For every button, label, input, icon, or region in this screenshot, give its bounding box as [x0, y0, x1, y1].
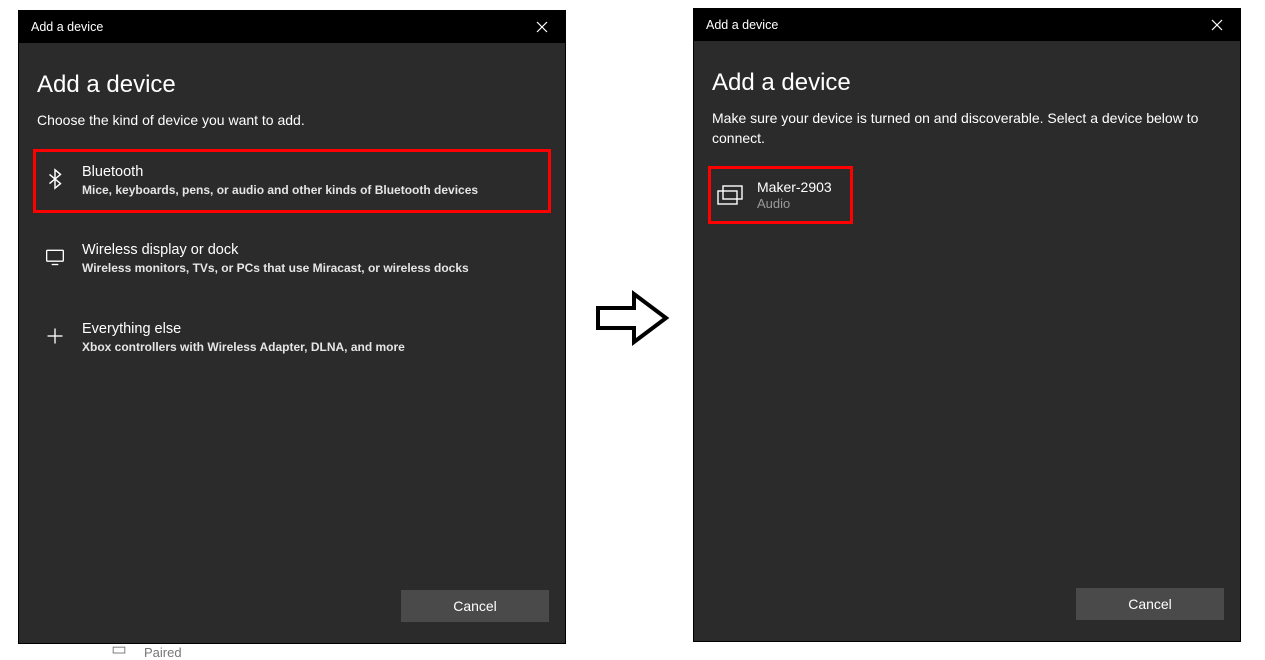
- device-text: Maker-2903 Audio: [757, 179, 832, 211]
- dialog-content: Add a device Choose the kind of device y…: [19, 43, 565, 579]
- device-icon: [717, 184, 743, 206]
- add-device-dialog-step1: Add a device Add a device Choose the kin…: [18, 10, 566, 644]
- dialog-content: Add a device Make sure your device is tu…: [694, 41, 1240, 577]
- option-bluetooth[interactable]: Bluetooth Mice, keyboards, pens, or audi…: [33, 149, 551, 214]
- page-instruction: Choose the kind of device you want to ad…: [37, 111, 547, 131]
- dialog-footer: Cancel: [694, 577, 1240, 641]
- close-icon: [1211, 19, 1223, 31]
- option-desc: Wireless monitors, TVs, or PCs that use …: [82, 261, 538, 277]
- option-title: Everything else: [82, 321, 538, 337]
- option-wireless-display[interactable]: Wireless display or dock Wireless monito…: [33, 227, 551, 292]
- add-device-dialog-step2: Add a device Add a device Make sure your…: [693, 8, 1241, 642]
- plus-icon: [42, 323, 68, 349]
- device-type: Audio: [757, 196, 832, 211]
- close-icon: [536, 21, 548, 33]
- option-text: Wireless display or dock Wireless monito…: [82, 242, 538, 277]
- close-button[interactable]: [1202, 9, 1232, 41]
- monitor-icon: [42, 244, 68, 270]
- cancel-button[interactable]: Cancel: [401, 590, 549, 622]
- option-text: Everything else Xbox controllers with Wi…: [82, 321, 538, 356]
- page-heading: Add a device: [37, 71, 551, 99]
- option-desc: Mice, keyboards, pens, or audio and othe…: [82, 183, 538, 199]
- device-item[interactable]: Maker-2903 Audio: [708, 166, 853, 224]
- option-desc: Xbox controllers with Wireless Adapter, …: [82, 340, 538, 356]
- page-instruction: Make sure your device is turned on and d…: [712, 109, 1222, 148]
- arrow-icon: [594, 288, 672, 348]
- option-title: Wireless display or dock: [82, 242, 538, 258]
- close-button[interactable]: [527, 11, 557, 43]
- dialog-footer: Cancel: [19, 579, 565, 643]
- bluetooth-icon: [42, 166, 68, 192]
- device-name: Maker-2903: [757, 179, 832, 195]
- titlebar-text: Add a device: [31, 20, 103, 34]
- paired-label: Paired: [144, 645, 182, 660]
- option-title: Bluetooth: [82, 164, 538, 180]
- paired-status-remnant: Paired: [108, 645, 182, 660]
- titlebar-text: Add a device: [706, 18, 778, 32]
- titlebar: Add a device: [19, 11, 565, 43]
- cancel-button[interactable]: Cancel: [1076, 588, 1224, 620]
- option-text: Bluetooth Mice, keyboards, pens, or audi…: [82, 164, 538, 199]
- option-everything-else[interactable]: Everything else Xbox controllers with Wi…: [33, 306, 551, 371]
- page-heading: Add a device: [712, 69, 1226, 97]
- titlebar: Add a device: [694, 9, 1240, 41]
